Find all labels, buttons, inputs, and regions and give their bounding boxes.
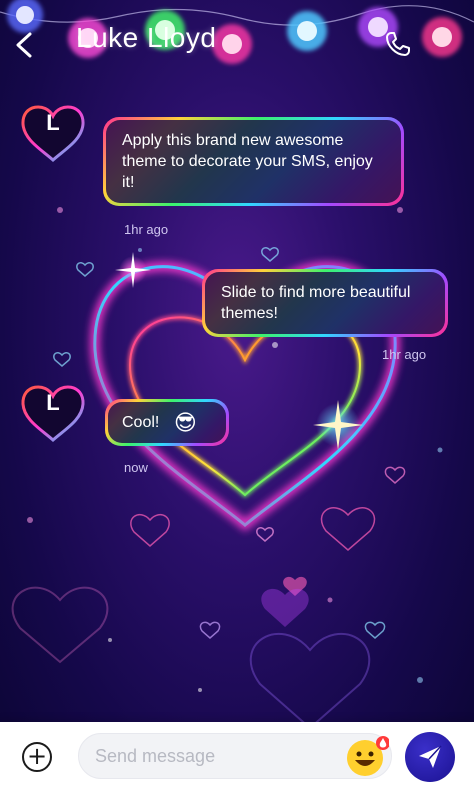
message-timestamp: 1hr ago [124, 222, 169, 237]
message-text: Slide to find more beautiful themes! [221, 284, 411, 322]
plus-circle-icon[interactable]: + [22, 742, 52, 772]
emoji-face-icon[interactable] [345, 734, 390, 778]
chat-header: Luke Lloyd [0, 0, 474, 80]
send-arrow-icon [419, 745, 442, 768]
contact-name: Luke Lloyd [76, 22, 217, 53]
avatar-letter: L [46, 110, 60, 135]
message-bubble-incoming[interactable]: Apply this brand new awesome theme to de… [103, 117, 404, 206]
sunglasses-emoji-icon: 😎 [173, 410, 197, 436]
avatar-letter: L [46, 390, 60, 415]
message-timestamp: 1hr ago [382, 347, 427, 362]
message-text: Cool! [122, 414, 160, 431]
message-bubble-outgoing[interactable]: Slide to find more beautiful themes! [202, 269, 448, 337]
send-button[interactable] [405, 732, 455, 782]
back-arrow-icon[interactable] [10, 28, 40, 62]
phone-icon[interactable] [384, 30, 412, 58]
message-text: Apply this brand new awesome theme to de… [122, 132, 373, 191]
avatar[interactable]: L [18, 98, 88, 168]
avatar[interactable]: L [18, 378, 88, 448]
message-timestamp: now [124, 460, 148, 475]
message-bubble-incoming[interactable]: Cool! 😎 [105, 398, 229, 447]
